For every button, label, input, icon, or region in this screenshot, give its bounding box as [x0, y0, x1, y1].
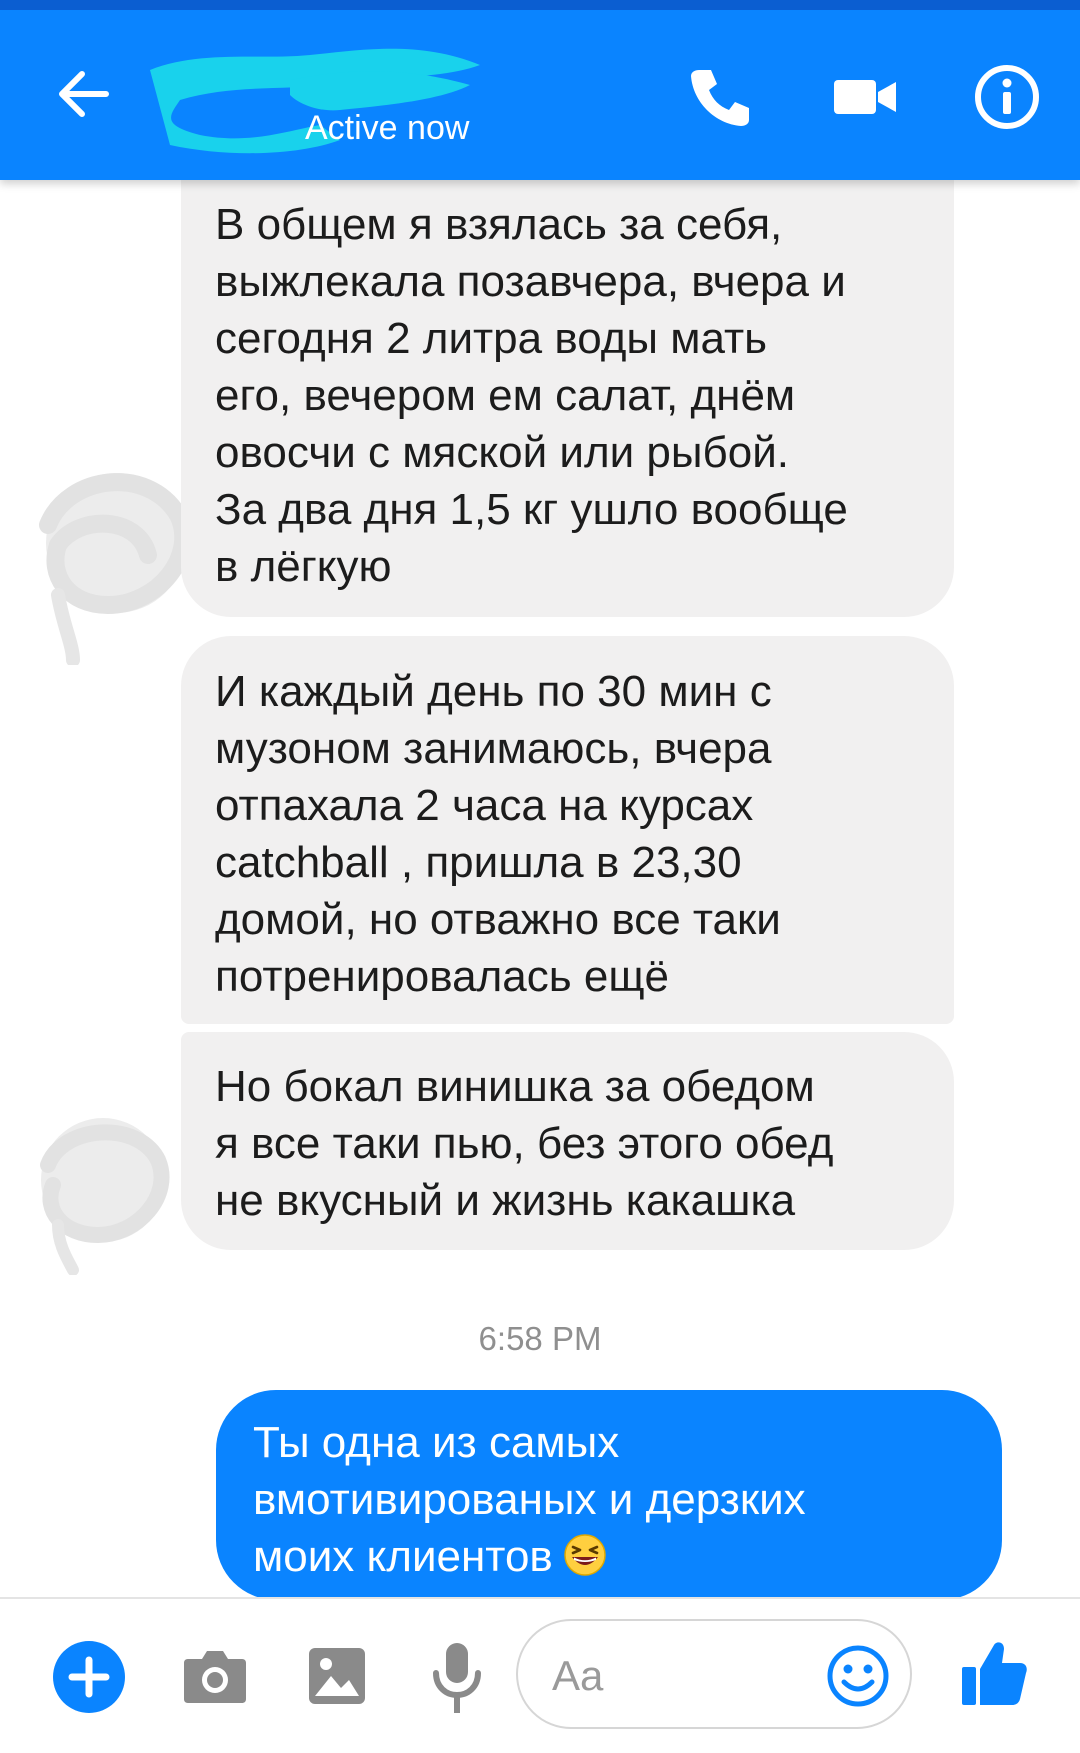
message-line: отпахала 2 часа на курсах: [215, 781, 754, 830]
status-bar-strip: [0, 0, 1080, 10]
message-line: я все таки пью, без этого обед: [215, 1119, 834, 1168]
phone-icon[interactable]: [685, 62, 755, 132]
sender-avatar: [40, 1118, 170, 1275]
message-line: Но бокал винишка за обедом: [215, 1062, 815, 1111]
camera-icon[interactable]: [182, 1645, 248, 1705]
plus-icon[interactable]: [52, 1640, 126, 1714]
message-input[interactable]: [550, 1645, 814, 1707]
microphone-icon[interactable]: [430, 1641, 484, 1715]
received-message-bubble[interactable]: И каждый день по 30 мин с музоном занима…: [181, 636, 954, 1024]
message-line: сегодня 2 литра воды мать: [215, 314, 768, 363]
message-line: В общем я взялась за себя,: [215, 200, 783, 249]
sender-avatar: [39, 473, 193, 665]
message-text: моих клиентов: [253, 1532, 553, 1581]
message-composer: [0, 1597, 1080, 1753]
arrow-left-icon[interactable]: [52, 62, 116, 126]
message-line: catchball , пришла в 23,30: [215, 838, 742, 887]
active-status: Active now: [305, 109, 470, 147]
thumbs-up-icon[interactable]: [960, 1637, 1028, 1707]
video-camera-icon[interactable]: [830, 62, 900, 132]
message-line: И каждый день по 30 мин с: [215, 667, 772, 716]
message-line: вмотивированых и дерзких: [253, 1475, 806, 1524]
grinning-squinting-face-emoji-icon: [564, 1534, 606, 1576]
message-line: Ты одна из самых: [253, 1418, 620, 1467]
message-line: потренировалась ещё: [215, 952, 670, 1001]
message-line: музоном занимаюсь, вчера: [215, 724, 772, 773]
image-icon[interactable]: [307, 1646, 367, 1706]
sent-message-bubble[interactable]: Ты одна из самых вмотивированых и дерзки…: [216, 1390, 1002, 1600]
received-message-bubble[interactable]: В общем я взялась за себя, выжлекала поз…: [181, 172, 954, 617]
info-icon[interactable]: [972, 62, 1042, 132]
received-message-bubble[interactable]: Но бокал винишка за обедом я все таки пь…: [181, 1032, 954, 1250]
conversation-header: Active now: [0, 0, 1080, 180]
message-line: овосчи с мяской или рыбой.: [215, 428, 789, 477]
message-timestamp: 6:58 PM: [478, 1320, 602, 1357]
messenger-screen: Active now В общем я взялась за себя, вы…: [0, 0, 1080, 1753]
message-line: в лёгкую: [215, 542, 392, 591]
message-line: не вкусный и жизнь какашка: [215, 1176, 796, 1225]
message-line: его, вечером ем салат, днём: [215, 371, 796, 420]
message-line-with-emoji: моих клиентов: [253, 1528, 968, 1585]
message-line: За два дня 1,5 кг ушло вообще: [215, 485, 848, 534]
smiley-icon[interactable]: [826, 1644, 890, 1708]
message-line: выжлекала позавчера, вчера и: [215, 257, 846, 306]
message-line: домой, но отважно все таки: [215, 895, 781, 944]
message-input-container[interactable]: [516, 1619, 912, 1729]
